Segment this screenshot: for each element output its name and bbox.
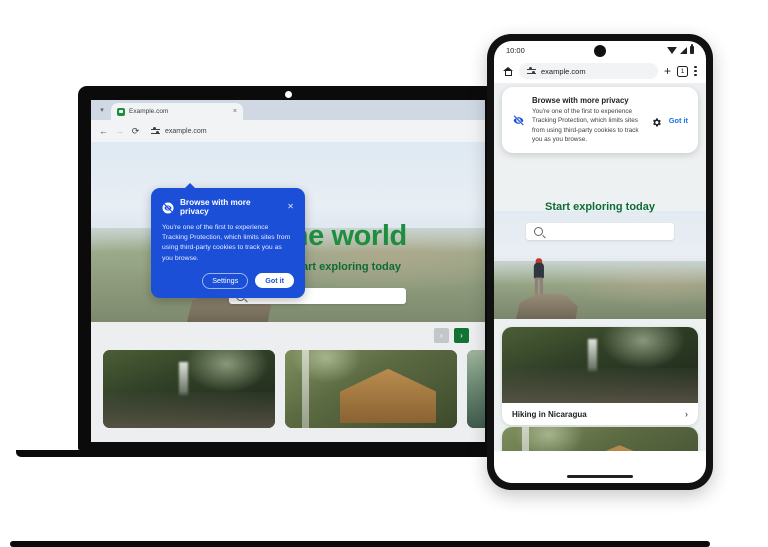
browser-tab-strip: ▾ Example.com × <box>91 100 485 120</box>
web-page-viewport: avel the world Start exploring today ‹ › <box>91 142 485 442</box>
tooltip-title: Browse with more privacy <box>180 198 251 216</box>
settings-button[interactable]: Settings <box>202 272 249 289</box>
tab-switcher-button[interactable]: 1 <box>677 65 688 77</box>
tune-icon[interactable] <box>151 127 160 136</box>
status-bar: 10:00 <box>494 41 706 59</box>
phone-privacy-dialog: Browse with more privacy You're one of t… <box>502 87 698 154</box>
address-bar-url: example.com <box>165 127 207 135</box>
photo-card-row <box>103 350 485 428</box>
privacy-tooltip: Browse with more privacy ✕ You're one of… <box>151 183 305 298</box>
battery-icon <box>689 44 694 54</box>
list-item[interactable]: Hiking in Nicaragua › <box>502 327 698 425</box>
phone-address-url: example.com <box>541 66 586 76</box>
browser-tab[interactable]: Example.com × <box>111 103 243 120</box>
eye-slash-icon <box>512 114 525 127</box>
forward-icon[interactable]: → <box>115 126 124 136</box>
overflow-menu-icon[interactable] <box>694 66 697 76</box>
tab-title: Example.com <box>129 108 169 115</box>
photo-card[interactable] <box>467 350 485 428</box>
phone-dialog-body: You're one of the first to experience Tr… <box>532 108 639 143</box>
home-icon[interactable] <box>503 66 513 76</box>
lake-photo <box>467 350 485 428</box>
scene: ▾ Example.com × ← → ⟳ example.com avel t… <box>0 0 768 547</box>
browser-toolbar: ← → ⟳ example.com <box>91 120 485 142</box>
phone-screen: 10:00 example.com + 1 Start exploring to… <box>494 41 706 483</box>
phone-dialog-title: Browse with more privacy <box>532 96 629 105</box>
cabin-photo-bg <box>502 427 698 451</box>
photo-card[interactable] <box>285 350 457 428</box>
hiker-figure <box>532 258 547 295</box>
waterfall-photo <box>502 327 698 403</box>
status-icons <box>666 44 694 54</box>
tooltip-header: Browse with more privacy ✕ <box>162 198 294 216</box>
phone-page-viewport: Start exploring today Browse with more p… <box>494 83 706 451</box>
hiker-body <box>533 262 544 279</box>
laptop-device: ▾ Example.com × ← → ⟳ example.com avel t… <box>10 86 710 547</box>
phone-address-bar[interactable]: example.com <box>519 63 658 79</box>
status-time: 10:00 <box>506 45 525 55</box>
card-title: Hiking in Nicaragua <box>512 409 587 419</box>
address-bar[interactable]: example.com <box>147 124 477 138</box>
signal-icon <box>679 46 687 54</box>
search-icon <box>534 227 543 236</box>
gesture-bar[interactable] <box>567 475 633 478</box>
laptop-base-bar <box>10 541 710 547</box>
hiker-legs <box>534 277 544 295</box>
close-icon[interactable]: × <box>233 108 237 115</box>
tooltip-body: You're one of the first to experience Tr… <box>162 224 291 262</box>
close-icon[interactable]: ✕ <box>287 203 294 211</box>
tooltip-actions: Settings Got it <box>162 272 294 289</box>
phone-device: 10:00 example.com + 1 Start exploring to… <box>487 34 713 490</box>
phone-dialog-text: Browse with more privacy You're one of t… <box>532 96 644 144</box>
eye-slash-icon <box>162 201 174 214</box>
chevron-right-icon[interactable]: › <box>685 409 688 419</box>
globe-icon <box>117 107 125 116</box>
card-label-row: Hiking in Nicaragua › <box>502 403 698 425</box>
new-tab-button[interactable]: + <box>664 65 671 77</box>
tune-icon[interactable] <box>527 67 536 76</box>
laptop-bezel: ▾ Example.com × ← → ⟳ example.com avel t… <box>78 86 498 450</box>
reload-icon[interactable]: ⟳ <box>131 126 140 136</box>
cabin-photo <box>285 350 457 428</box>
photo-card[interactable] <box>103 350 275 428</box>
page-subtitle: Start exploring today <box>291 261 402 273</box>
gear-icon[interactable] <box>651 115 662 127</box>
list-item[interactable] <box>502 427 698 451</box>
phone-browser-toolbar: example.com + 1 <box>494 59 706 83</box>
webcam-icon <box>284 91 292 98</box>
tab-search-chevron-down-icon[interactable]: ▾ <box>95 102 109 118</box>
cabin-photo <box>502 427 698 451</box>
waterfall-photo <box>103 350 275 428</box>
carousel-nav: ‹ › <box>434 328 469 343</box>
wifi-icon <box>666 46 677 54</box>
phone-page-subtitle: Start exploring today <box>544 201 656 213</box>
back-icon[interactable]: ← <box>99 126 108 136</box>
carousel-next-button[interactable]: › <box>454 328 469 343</box>
got-it-button[interactable]: Got it <box>669 116 688 125</box>
carousel-prev-button[interactable]: ‹ <box>434 328 449 343</box>
front-camera-icon <box>594 45 606 57</box>
waterfall-photo-bg <box>502 327 698 403</box>
got-it-button[interactable]: Got it <box>255 273 294 289</box>
laptop-screen: ▾ Example.com × ← → ⟳ example.com avel t… <box>91 100 485 442</box>
phone-search-input[interactable] <box>526 223 674 240</box>
